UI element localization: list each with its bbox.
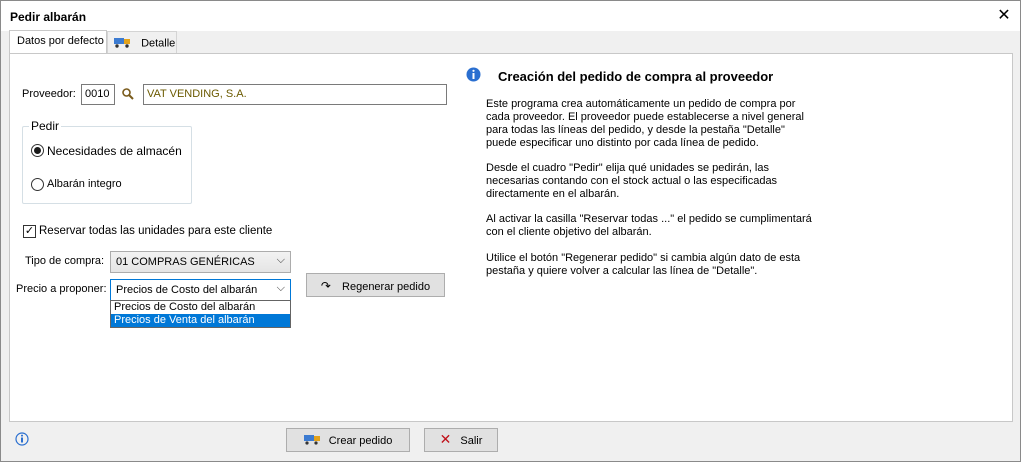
tipo-compra-value: 01 COMPRAS GENÉRICAS: [116, 256, 255, 268]
chevron-down-icon: ⌵: [276, 282, 285, 294]
info-paragraph: Al activar la casilla "Reservar todas ..…: [486, 213, 812, 238]
info-paragraph: Desde el cuadro "Pedir" elija qué unidad…: [486, 162, 778, 200]
salir-button[interactable]: ✕ Salir: [424, 428, 498, 452]
pedir-legend: Pedir: [29, 119, 62, 133]
dialog-window: Pedir albarán ✕ Datos por defecto Detall…: [0, 0, 1021, 462]
truck-icon: [114, 36, 132, 51]
truck-icon: [303, 434, 321, 448]
info-title: Creación del pedido de compra al proveed…: [498, 69, 774, 84]
precio-option-costo[interactable]: Precios de Costo del albarán: [111, 301, 290, 314]
salir-label: Salir: [460, 435, 483, 447]
radio-necesidades-label: Necesidades de almacén: [47, 144, 182, 158]
precio-option-venta[interactable]: Precios de Venta del albarán: [111, 314, 290, 327]
title-bar: Pedir albarán ✕: [1, 1, 1020, 31]
tab-datos-por-defecto[interactable]: Datos por defecto: [9, 30, 107, 54]
radio-albaran-integro-label: Albarán integro: [47, 178, 122, 190]
regenerar-pedido-button[interactable]: ↷ Regenerar pedido: [306, 273, 445, 297]
precio-label: Precio a proponer:: [16, 283, 107, 295]
info-paragraph: Este programa crea automáticamente un pe…: [486, 98, 804, 149]
x-icon: ✕: [439, 431, 452, 447]
tipo-compra-select[interactable]: 01 COMPRAS GENÉRICAS ⌵: [110, 251, 291, 273]
footer-bar: Crear pedido ✕ Salir: [9, 426, 1013, 454]
radio-albaran-integro[interactable]: [31, 178, 44, 191]
tipo-compra-label: Tipo de compra:: [25, 255, 105, 267]
tab-label: Datos por defecto: [17, 35, 104, 47]
main-panel: Proveedor: 0010 VAT VENDING, S.A. Pedir …: [9, 53, 1013, 422]
info-icon: [466, 67, 481, 85]
regenerar-label: Regenerar pedido: [342, 281, 431, 293]
proveedor-name-field[interactable]: VAT VENDING, S.A.: [143, 84, 447, 105]
info-small-icon[interactable]: [15, 432, 29, 449]
proveedor-label: Proveedor:: [22, 88, 76, 100]
info-paragraph: Utilice el botón "Regenerar pedido" si c…: [486, 252, 801, 277]
tab-label: Detalle: [141, 37, 176, 50]
search-icon[interactable]: [122, 88, 134, 103]
precio-dropdown-list: Precios de Costo del albarán Precios de …: [110, 300, 291, 328]
proveedor-code-input[interactable]: 0010: [81, 84, 115, 105]
reservar-label: Reservar todas las unidades para este cl…: [39, 225, 273, 237]
precio-select[interactable]: Precios de Costo del albarán ⌵: [110, 279, 291, 301]
close-icon: ✕: [997, 7, 1011, 24]
chevron-down-icon: ⌵: [276, 254, 285, 266]
close-button[interactable]: ✕: [994, 6, 1014, 26]
crear-pedido-label: Crear pedido: [328, 434, 393, 447]
pedir-groupbox: Pedir Necesidades de almacén Albarán int…: [22, 119, 192, 204]
reservar-checkbox[interactable]: ✓: [23, 225, 36, 238]
radio-necesidades[interactable]: [31, 144, 44, 157]
precio-value: Precios de Costo del albarán: [116, 284, 258, 296]
refresh-icon: ↷: [320, 279, 331, 293]
crear-pedido-button[interactable]: Crear pedido: [286, 428, 410, 452]
window-title: Pedir albarán: [10, 10, 87, 24]
tab-detalle[interactable]: Detalle: [107, 31, 177, 54]
